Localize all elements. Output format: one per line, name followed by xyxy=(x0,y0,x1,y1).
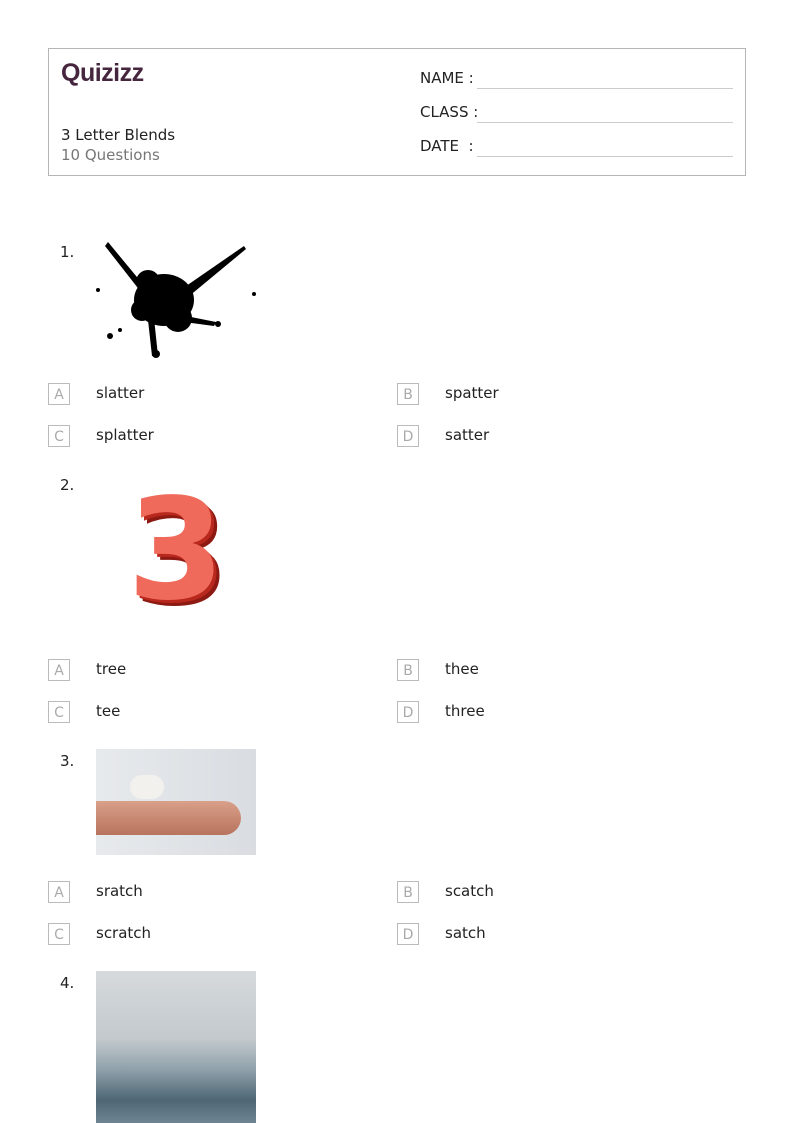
cat-paw-hand-image xyxy=(96,749,256,855)
option-text: spatter xyxy=(445,384,499,402)
option-text: scratch xyxy=(96,924,152,942)
question-number: 2. xyxy=(60,476,75,494)
worksheet-header: Quizizz 3 Letter Blends 10 Questions NAM… xyxy=(48,48,746,176)
class-line[interactable] xyxy=(477,122,733,123)
name-field[interactable]: NAME : xyxy=(420,69,733,89)
quizizz-logo: Quizizz xyxy=(61,59,144,87)
option-text: splatter xyxy=(96,426,154,444)
name-line[interactable] xyxy=(477,88,733,89)
option-text: slatter xyxy=(96,384,145,402)
option-letter-box[interactable]: C xyxy=(48,701,70,723)
option-letter-box[interactable]: D xyxy=(397,701,419,723)
question-number: 3. xyxy=(60,752,75,770)
red-number-three-image: 3 xyxy=(127,469,225,632)
option-text: sratch xyxy=(96,882,143,900)
option-text: tee xyxy=(96,702,121,720)
option-letter-box[interactable]: D xyxy=(397,923,419,945)
name-label: NAME : xyxy=(420,69,474,87)
worksheet-title: 3 Letter Blends xyxy=(61,126,176,144)
option-letter-box[interactable]: B xyxy=(397,881,419,903)
option-text: three xyxy=(445,702,485,720)
question-count: 10 Questions xyxy=(61,146,160,164)
option-text: satter xyxy=(445,426,490,444)
date-field[interactable]: DATE : xyxy=(420,137,733,157)
option-letter-box[interactable]: A xyxy=(48,659,70,681)
option-letter-box[interactable]: B xyxy=(397,659,419,681)
date-label: DATE : xyxy=(420,137,474,155)
water-splash-image xyxy=(96,971,256,1123)
date-line[interactable] xyxy=(477,156,733,157)
question-number: 1. xyxy=(60,243,75,261)
option-text: scatch xyxy=(445,882,494,900)
option-letter-box[interactable]: C xyxy=(48,923,70,945)
option-text: tree xyxy=(96,660,127,678)
class-label: CLASS : xyxy=(420,103,479,121)
question-number: 4. xyxy=(60,974,75,992)
class-field[interactable]: CLASS : xyxy=(420,103,733,123)
option-letter-box[interactable]: B xyxy=(397,383,419,405)
option-text: thee xyxy=(445,660,479,678)
option-letter-box[interactable]: A xyxy=(48,881,70,903)
option-letter-box[interactable]: A xyxy=(48,383,70,405)
ink-splatter-image xyxy=(96,242,256,358)
option-letter-box[interactable]: C xyxy=(48,425,70,447)
option-text: satch xyxy=(445,924,486,942)
option-letter-box[interactable]: D xyxy=(397,425,419,447)
